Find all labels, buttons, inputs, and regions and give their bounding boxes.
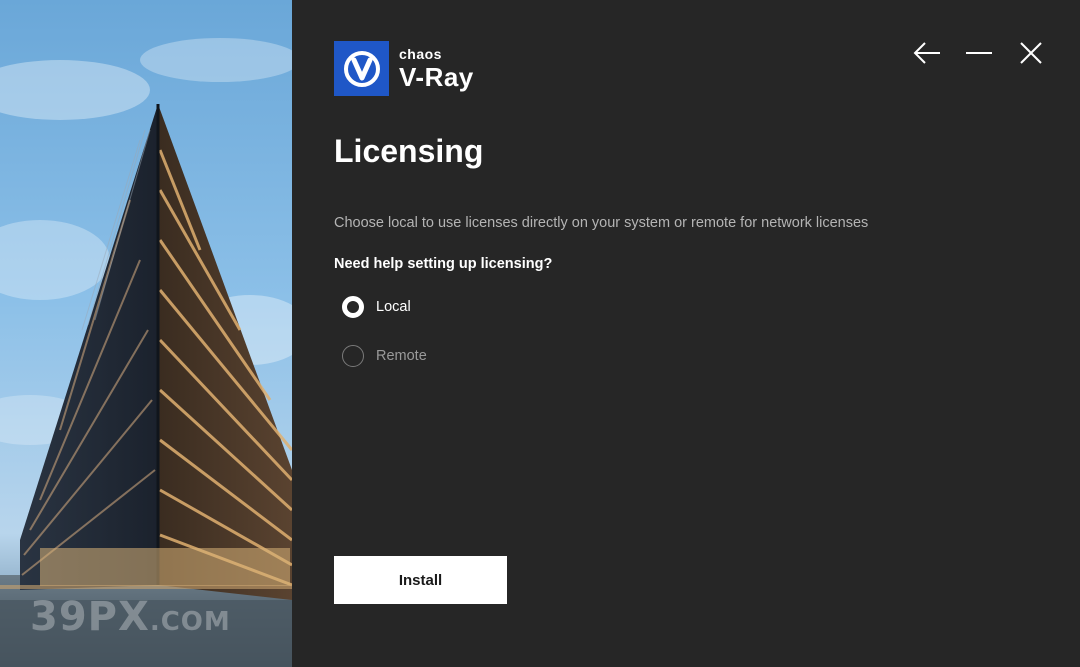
radio-label-local: Local bbox=[376, 299, 411, 315]
licensing-help-link[interactable]: Need help setting up licensing? bbox=[334, 256, 552, 272]
radio-local-checked[interactable] bbox=[342, 296, 364, 318]
v-ray-logo-icon bbox=[334, 41, 389, 96]
hero-building-image: 39PX.COM bbox=[0, 0, 292, 667]
minimize-button[interactable] bbox=[964, 38, 994, 68]
page-title: Licensing bbox=[334, 133, 484, 169]
minimize-icon bbox=[966, 52, 992, 54]
close-button[interactable] bbox=[1016, 38, 1046, 68]
radio-label-remote: Remote bbox=[376, 348, 427, 364]
license-option-local[interactable]: Local bbox=[342, 296, 411, 318]
arrow-left-icon bbox=[913, 42, 940, 64]
building-illustration bbox=[0, 0, 292, 667]
back-button[interactable] bbox=[912, 38, 942, 68]
close-icon bbox=[1020, 42, 1042, 64]
window-controls bbox=[890, 38, 1046, 68]
license-option-remote[interactable]: Remote bbox=[342, 345, 427, 367]
installer-window: 39PX.COM chaos V-Ray Licensing Choose lo… bbox=[0, 0, 1080, 667]
brand-name: chaos bbox=[399, 46, 442, 62]
product-name: V-Ray bbox=[399, 62, 474, 92]
licensing-description: Choose local to use licenses directly on… bbox=[334, 215, 869, 231]
watermark: 39PX.COM bbox=[30, 594, 231, 640]
vray-logo: chaos V-Ray bbox=[334, 41, 474, 96]
install-button[interactable]: Install bbox=[334, 556, 507, 604]
licensing-panel: chaos V-Ray Licensing Choose local to us… bbox=[292, 0, 1080, 667]
radio-remote-unchecked[interactable] bbox=[342, 345, 364, 367]
